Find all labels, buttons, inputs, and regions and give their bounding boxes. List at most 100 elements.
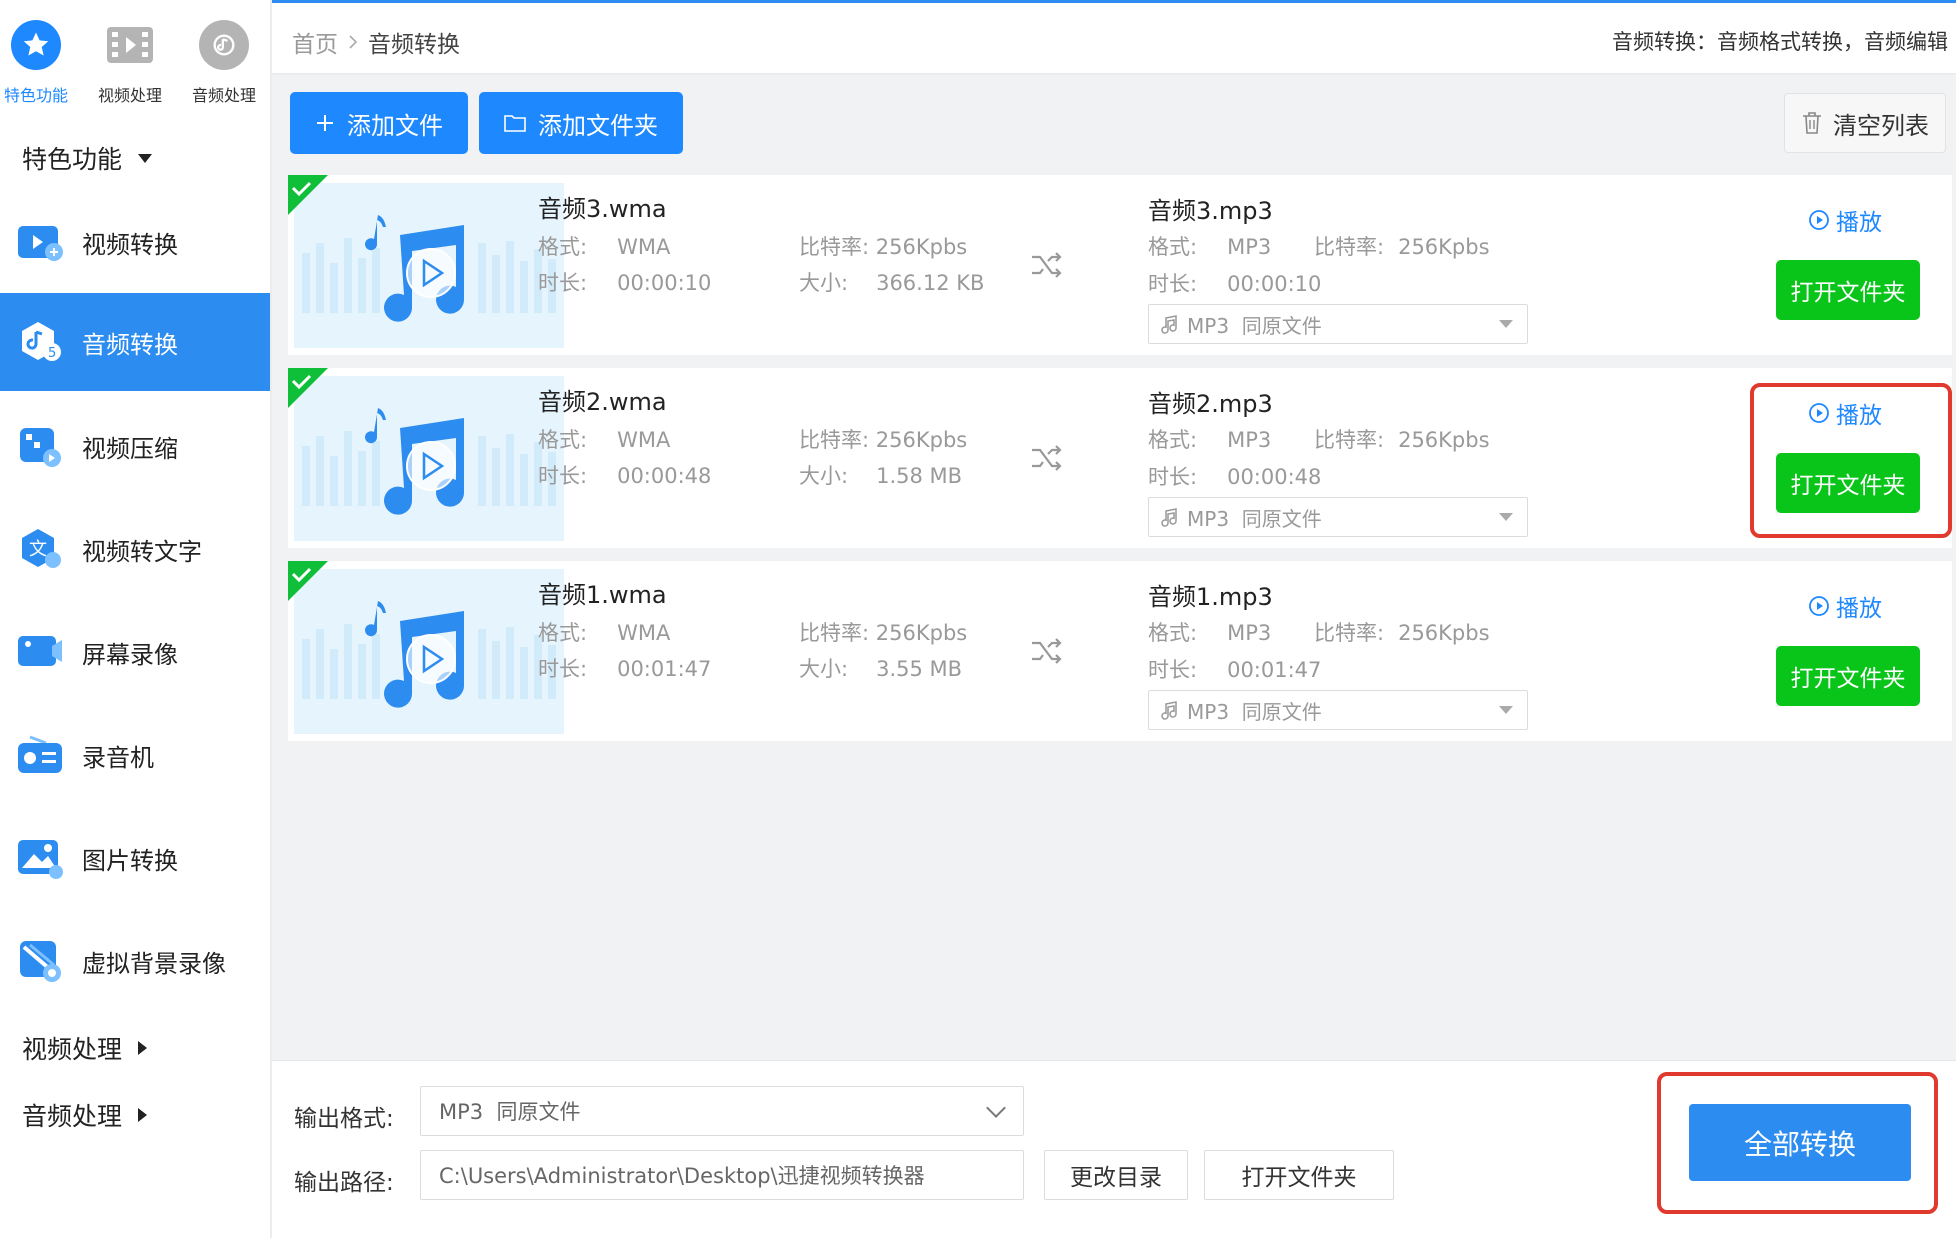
tab-video-processing[interactable]: 视频处理: [84, 20, 176, 106]
output-format-label: 输出格式:: [294, 1106, 394, 1132]
output-bitrate: 比特率: 256Kpbs: [1314, 235, 1490, 259]
play-button[interactable]: 播放: [1808, 589, 1882, 623]
breadcrumb: 首页 音频转换: [292, 25, 460, 59]
source-filename: 音频1.wma: [538, 581, 667, 609]
audio-icon: [199, 20, 249, 70]
music-note-icon: [1161, 315, 1177, 334]
video-to-text-icon: 文: [16, 525, 64, 573]
header: 首页 音频转换 音频转换：音频格式转换，音频编辑: [272, 3, 1956, 75]
category-tabs: 特色功能 视频处理 音频处理: [0, 8, 272, 113]
source-bitrate: 比特率: 256Kpbs: [799, 428, 968, 452]
add-file-button[interactable]: 添加文件: [290, 92, 468, 154]
audio-thumbnail: [294, 183, 564, 348]
video-convert-icon: [16, 218, 64, 266]
svg-text:文: 文: [29, 539, 47, 560]
source-bitrate: 比特率: 256Kpbs: [799, 235, 968, 259]
output-format-select[interactable]: MP3 同原文件: [420, 1086, 1024, 1136]
svg-text:5: 5: [48, 346, 56, 361]
audio-thumbnail: [294, 376, 564, 541]
chevron-down-icon: [986, 1098, 1006, 1118]
source-filename: 音频3.wma: [538, 195, 667, 223]
screen-record-icon: [16, 628, 64, 676]
play-circle-icon: [1809, 210, 1829, 230]
page-description: 音频转换：音频格式转换，音频编辑: [1612, 30, 1948, 54]
trash-icon: [1803, 112, 1821, 134]
checkmark-icon: [288, 175, 328, 215]
sidebar-item-video-compress[interactable]: 视频压缩: [0, 397, 270, 495]
file-row: 音频3.wma 格式: WMA 比特率: 256Kpbs 时长: 00:00:10 …: [288, 175, 1952, 355]
source-size: 大小: 1.58 MB: [799, 464, 963, 488]
audio-convert-icon: 5: [16, 318, 64, 366]
sidebar-item-virtual-bg[interactable]: 虚拟背景录像: [0, 912, 270, 1010]
output-filename: 音频3.mp3: [1148, 197, 1273, 225]
dropdown-arrow-icon: [1499, 706, 1513, 714]
breadcrumb-home[interactable]: 首页: [292, 25, 338, 59]
output-settings-bar: 输出格式: MP3 同原文件 输出路径: C:\Users\Administra…: [272, 1060, 1956, 1238]
output-duration: 时长: 00:00:10: [1148, 272, 1322, 296]
output-bitrate: 比特率: 256Kpbs: [1314, 621, 1490, 645]
source-duration: 时长: 00:00:10: [538, 271, 712, 295]
folder-icon: [504, 115, 526, 132]
film-icon: [105, 20, 155, 70]
change-directory-button[interactable]: 更改目录: [1044, 1150, 1188, 1200]
source-size: 大小: 366.12 KB: [799, 271, 985, 295]
source-duration: 时长: 00:00:48: [538, 464, 712, 488]
output-format-dropdown[interactable]: MP3 同原文件: [1148, 497, 1528, 537]
audio-thumbnail: [294, 569, 564, 734]
caret-down-icon: [138, 153, 153, 163]
file-row: 音频2.wma 格式: WMA 比特率: 256Kpbs 时长: 00:00:48 …: [288, 368, 1952, 548]
dropdown-arrow-icon: [1499, 320, 1513, 328]
add-folder-button[interactable]: 添加文件夹: [479, 92, 683, 154]
sidebar-item-recorder[interactable]: 录音机: [0, 706, 270, 804]
tab-audio-processing[interactable]: 音频处理: [178, 20, 270, 106]
output-format: 格式: MP3: [1148, 428, 1272, 452]
source-format: 格式: WMA: [538, 428, 671, 452]
virtual-bg-icon: [16, 937, 64, 985]
source-bitrate: 比特率: 256Kpbs: [799, 621, 968, 645]
open-output-folder-button[interactable]: 打开文件夹: [1204, 1150, 1394, 1200]
convert-all-button[interactable]: 全部转换: [1689, 1104, 1911, 1181]
music-note-icon: [1161, 701, 1177, 720]
source-size: 大小: 3.55 MB: [799, 657, 963, 681]
recorder-icon: [16, 731, 64, 779]
checkmark-icon: [288, 561, 328, 601]
output-path-field[interactable]: C:\Users\Administrator\Desktop\迅捷视频转换器: [420, 1150, 1024, 1200]
source-format: 格式: WMA: [538, 621, 671, 645]
sidebar: 特色功能 视频处理 音频处理 特色功能 视频转换 5 音频转换 视频压缩 文 视…: [0, 0, 272, 1238]
open-folder-button[interactable]: 打开文件夹: [1776, 646, 1920, 706]
output-format: 格式: MP3: [1148, 621, 1272, 645]
output-filename: 音频2.mp3: [1148, 390, 1273, 418]
output-duration: 时长: 00:00:48: [1148, 465, 1322, 489]
sidebar-item-screen-record[interactable]: 屏幕录像: [0, 603, 270, 701]
play-circle-icon: [1809, 403, 1829, 423]
output-format-dropdown[interactable]: MP3 同原文件: [1148, 304, 1528, 344]
source-duration: 时长: 00:01:47: [538, 657, 712, 681]
sidebar-item-image-convert[interactable]: 图片转换: [0, 809, 270, 907]
file-row: 音频1.wma 格式: WMA 比特率: 256Kpbs 时长: 00:01:47 …: [288, 561, 1952, 741]
open-folder-button[interactable]: 打开文件夹: [1776, 453, 1920, 513]
caret-right-icon: [138, 1108, 148, 1122]
play-circle-icon: [1809, 596, 1829, 616]
chevron-right-icon: [349, 35, 358, 49]
plus-icon: [317, 115, 333, 131]
play-button[interactable]: 播放: [1808, 203, 1882, 237]
output-filename: 音频1.mp3: [1148, 583, 1273, 611]
sidebar-item-video-convert[interactable]: 视频转换: [0, 193, 270, 291]
group-video-processing[interactable]: 视频处理: [22, 1030, 148, 1066]
group-featured[interactable]: 特色功能: [22, 140, 153, 176]
output-bitrate: 比特率: 256Kpbs: [1314, 428, 1490, 452]
group-audio-processing[interactable]: 音频处理: [22, 1097, 148, 1133]
music-note-icon: [1161, 508, 1177, 527]
image-convert-icon: [16, 834, 64, 882]
source-format: 格式: WMA: [538, 235, 671, 259]
output-format-dropdown[interactable]: MP3 同原文件: [1148, 690, 1528, 730]
output-format: 格式: MP3: [1148, 235, 1272, 259]
convert-arrow-icon: [1032, 638, 1062, 664]
sidebar-item-audio-convert[interactable]: 5 音频转换: [0, 293, 270, 391]
play-button[interactable]: 播放: [1808, 396, 1882, 430]
output-path-label: 输出路径:: [294, 1170, 394, 1196]
sidebar-item-video-to-text[interactable]: 文 视频转文字: [0, 500, 270, 598]
tab-featured[interactable]: 特色功能: [0, 20, 82, 106]
clear-list-button[interactable]: 清空列表: [1784, 93, 1946, 153]
open-folder-button[interactable]: 打开文件夹: [1776, 260, 1920, 320]
